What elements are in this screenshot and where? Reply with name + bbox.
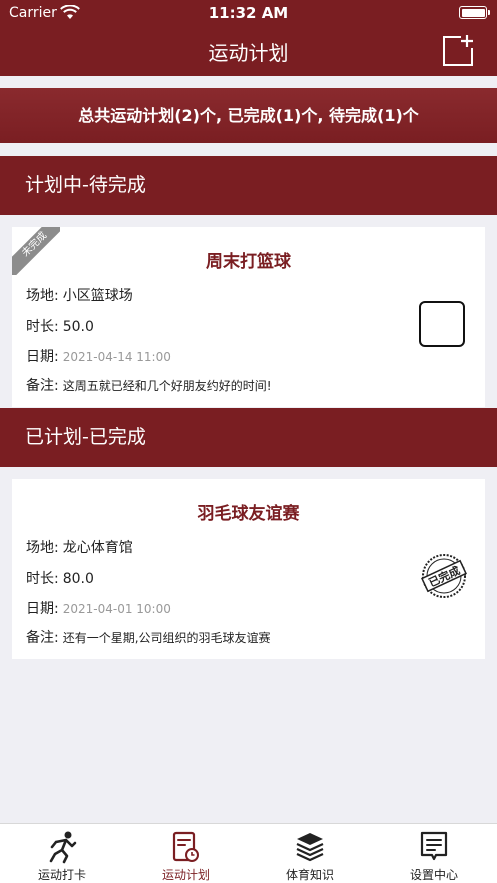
venue-value: 龙心体育馆	[62, 540, 133, 556]
nav-bar: 运动计划	[0, 26, 497, 76]
note-value: 这周五就已经和几个好朋友约好的时间!	[62, 379, 272, 393]
date-row: 日期: 2021-04-14 11:00	[26, 349, 171, 365]
venue-value: 小区篮球场	[62, 288, 133, 304]
duration-row: 时长: 80.0	[26, 571, 94, 587]
plan-calendar-icon	[172, 831, 199, 862]
complete-checkbox[interactable]	[419, 301, 465, 347]
section-header-done: 已计划-已完成	[0, 408, 497, 467]
note-row: 备注: 这周五就已经和几个好朋友约好的时间!	[26, 378, 272, 394]
battery-icon	[459, 6, 490, 19]
books-icon	[296, 833, 324, 862]
date-value: 2021-04-01 10:00	[62, 602, 171, 616]
tab-bar: 运动打卡 运动计划 体育知识 设置中心	[0, 823, 497, 883]
runner-icon	[49, 831, 77, 864]
clock: 11:32 AM	[208, 4, 289, 22]
tab-sports-knowledge[interactable]: 体育知识	[248, 824, 372, 883]
duration-value: 50.0	[62, 319, 94, 335]
date-value: 2021-04-14 11:00	[62, 350, 171, 364]
summary-banner: 总共运动计划(2)个, 已完成(1)个, 待完成(1)个	[0, 88, 497, 143]
completed-stamp-icon: 已完成	[421, 554, 467, 598]
note-row: 备注: 还有一个星期,公司组织的羽毛球友谊赛	[26, 630, 271, 646]
duration-row: 时长: 50.0	[26, 319, 94, 335]
status-bar: Carrier 11:32 AM	[0, 0, 497, 26]
tab-exercise-plan[interactable]: 运动计划	[124, 824, 248, 883]
page-title: 运动计划	[208, 41, 289, 65]
plan-name: 周末打篮球	[206, 252, 291, 272]
duration-value: 80.0	[62, 571, 94, 587]
svg-text:已完成: 已完成	[426, 563, 462, 590]
add-note-icon[interactable]	[441, 34, 475, 68]
date-row: 日期: 2021-04-01 10:00	[26, 601, 171, 617]
plan-card-pending[interactable]: 未完成 周末打篮球 场地: 小区篮球场 时长: 50.0 日期: 2021-04-14…	[12, 227, 485, 407]
section-header-pending: 计划中-待完成	[0, 156, 497, 215]
settings-doc-icon	[420, 831, 448, 861]
plan-card-done[interactable]: 羽毛球友谊赛 场地: 龙心体育馆 时长: 80.0 日期: 2021-04-01 10…	[12, 479, 485, 659]
note-value: 还有一个星期,公司组织的羽毛球友谊赛	[62, 631, 271, 645]
tab-settings-center[interactable]: 设置中心	[372, 824, 496, 883]
venue-row: 场地: 龙心体育馆	[26, 540, 133, 556]
tab-exercise-checkin[interactable]: 运动打卡	[0, 824, 124, 883]
plan-name: 羽毛球友谊赛	[197, 504, 300, 524]
venue-row: 场地: 小区篮球场	[26, 288, 133, 304]
